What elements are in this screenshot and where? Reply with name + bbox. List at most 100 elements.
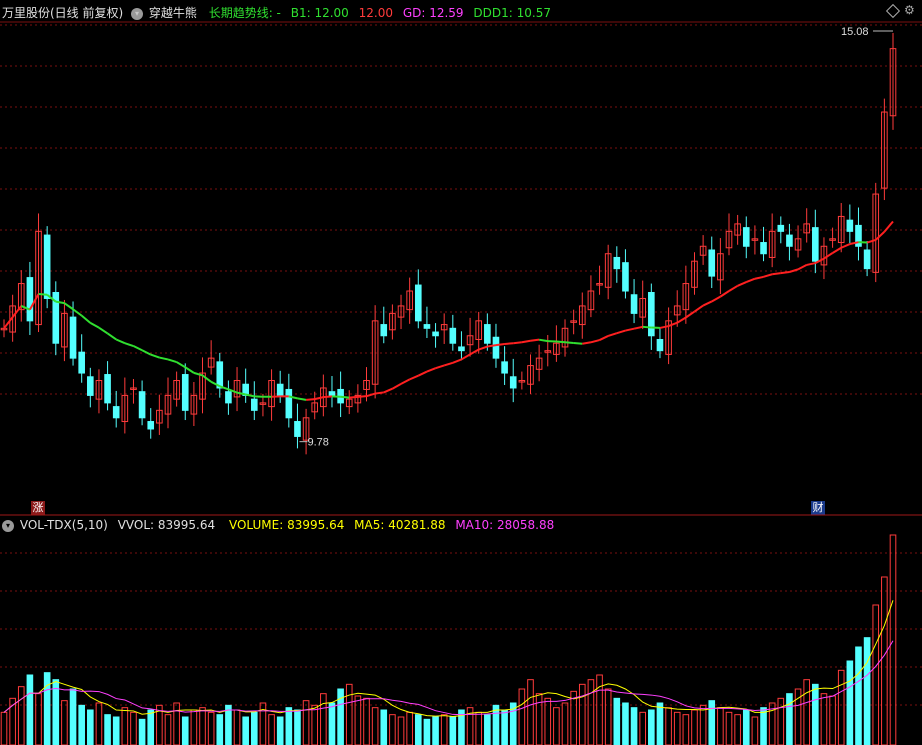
trend-line-segment xyxy=(297,397,307,401)
candle-body xyxy=(181,374,189,411)
trend-line-segment xyxy=(754,275,764,280)
candle-body xyxy=(423,324,431,329)
volume-bar xyxy=(87,709,94,745)
volume-bar xyxy=(708,700,716,745)
volume-bar xyxy=(725,711,733,745)
candle-body xyxy=(484,324,491,344)
candle-body xyxy=(285,388,293,419)
trend-line-segment xyxy=(719,290,730,298)
volume-bar xyxy=(78,704,85,745)
candle-body xyxy=(449,327,457,344)
trend-line-segment xyxy=(38,293,48,296)
volume-bar xyxy=(665,707,672,745)
volume-bar xyxy=(587,679,595,745)
trend-line-segment xyxy=(176,361,186,369)
volume-bar xyxy=(147,709,155,745)
candle-body xyxy=(509,376,517,389)
trend-line-segment xyxy=(478,345,488,351)
trend-line-segment xyxy=(219,385,229,391)
volume-bar xyxy=(812,683,819,745)
volume-bar xyxy=(760,707,767,745)
trend-line-segment xyxy=(711,295,721,303)
trend-line-segment xyxy=(417,370,428,377)
volume-bar xyxy=(302,700,310,745)
trend-line-segment xyxy=(504,342,514,345)
trend-line-segment xyxy=(659,325,669,329)
trend-line-segment xyxy=(391,382,402,390)
trend-line-segment xyxy=(556,340,566,344)
volume-bar xyxy=(26,674,34,745)
trend-line-segment xyxy=(3,316,14,329)
trend-line-segment xyxy=(11,305,23,318)
volume-bar xyxy=(354,695,362,745)
volume-bar xyxy=(734,714,741,745)
trend-line-segment xyxy=(141,349,152,356)
trend-line-segment xyxy=(150,353,160,359)
volume-bar xyxy=(69,688,77,745)
volume-bar xyxy=(242,716,249,745)
trend-line-segment xyxy=(607,332,618,337)
volume-bar xyxy=(742,709,750,745)
trend-line-segment xyxy=(409,374,419,381)
candle-body xyxy=(742,227,750,247)
volume-bar xyxy=(837,669,845,745)
volume-bar xyxy=(276,716,284,745)
trend-line-segment xyxy=(184,366,195,374)
candle-body xyxy=(630,294,638,314)
volume-bar xyxy=(216,714,224,745)
candle-body xyxy=(328,391,336,396)
candle-body xyxy=(432,331,439,337)
volume-bar xyxy=(380,709,388,745)
volume-bar xyxy=(639,711,647,745)
trend-line-segment xyxy=(452,358,462,364)
volume-bar xyxy=(250,711,258,745)
volume-bar xyxy=(311,704,319,745)
trend-line-segment xyxy=(107,332,117,341)
volume-bar xyxy=(803,679,810,745)
volume-bar xyxy=(61,700,68,745)
trend-line-segment xyxy=(159,356,169,361)
candle-body xyxy=(622,262,629,292)
trend-line-segment xyxy=(323,395,333,399)
volume-ma10-line xyxy=(3,640,894,716)
candle-body xyxy=(43,234,51,299)
candle-body xyxy=(104,374,111,404)
trend-line-segment xyxy=(806,262,816,266)
volume-bar xyxy=(345,683,353,745)
trend-line-segment xyxy=(357,395,367,398)
trend-line-segment xyxy=(745,277,756,283)
candle-body xyxy=(69,316,77,359)
volume-bar xyxy=(423,718,431,745)
volume-bar xyxy=(0,711,8,745)
trend-line-segment xyxy=(530,338,540,342)
trend-line-segment xyxy=(115,338,126,345)
trend-line-segment xyxy=(772,272,781,276)
trend-line-segment xyxy=(340,395,350,399)
volume-bar xyxy=(121,707,129,745)
trend-line-segment xyxy=(866,238,877,244)
trend-line-segment xyxy=(823,252,834,260)
volume-bar xyxy=(406,711,413,745)
candle-body xyxy=(225,391,232,404)
chart-stage: 万里股份(日线 前复权) ▾ 穿越牛熊 长期趋势线: - B1: 12.00 1… xyxy=(0,0,922,745)
volume-bar xyxy=(492,704,500,745)
volume-bar xyxy=(268,714,275,745)
high-marker-text: 15.08 xyxy=(841,26,869,38)
trend-line-segment xyxy=(124,342,134,347)
volume-bar xyxy=(855,646,862,745)
trend-line-segment xyxy=(573,342,583,345)
volume-bar xyxy=(199,707,206,745)
volume-bar xyxy=(432,716,439,745)
volume-bar xyxy=(846,660,854,745)
candle-body xyxy=(777,224,785,232)
trend-line-segment xyxy=(590,339,600,344)
trend-line-segment xyxy=(582,341,592,345)
trend-line-segment xyxy=(435,364,445,370)
trend-line-segment xyxy=(133,345,143,352)
candle-body xyxy=(613,256,621,270)
volume-bar xyxy=(320,693,327,745)
trend-line-segment xyxy=(443,361,454,367)
trend-line-segment xyxy=(521,339,531,344)
volume-bar xyxy=(414,714,422,745)
trend-line-segment xyxy=(789,268,799,273)
